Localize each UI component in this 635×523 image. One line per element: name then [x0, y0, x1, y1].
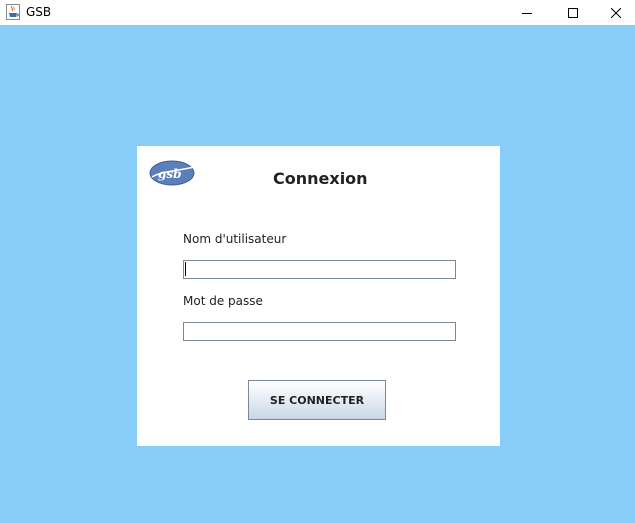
minimize-icon — [522, 12, 532, 14]
login-panel: gsb Connexion Nom d'utilisateur Mot de p… — [137, 146, 500, 446]
java-cup-icon — [6, 4, 20, 20]
maximize-icon — [568, 7, 578, 18]
title-bar[interactable]: GSB — [0, 0, 635, 25]
username-input[interactable] — [183, 260, 456, 279]
text-caret — [185, 262, 186, 276]
minimize-button[interactable] — [504, 0, 550, 25]
connect-button[interactable]: SE CONNECTER — [248, 380, 386, 420]
password-input[interactable] — [183, 322, 456, 341]
window-content: gsb Connexion Nom d'utilisateur Mot de p… — [0, 25, 635, 523]
password-label: Mot de passe — [183, 294, 263, 308]
page-title: Connexion — [273, 169, 368, 188]
window-title: GSB — [26, 5, 52, 19]
logo-text: gsb — [158, 167, 182, 181]
maximize-button[interactable] — [550, 0, 596, 25]
close-icon — [610, 7, 621, 18]
username-label: Nom d'utilisateur — [183, 232, 287, 246]
gsb-logo: gsb — [149, 160, 195, 186]
close-button[interactable] — [596, 0, 635, 25]
